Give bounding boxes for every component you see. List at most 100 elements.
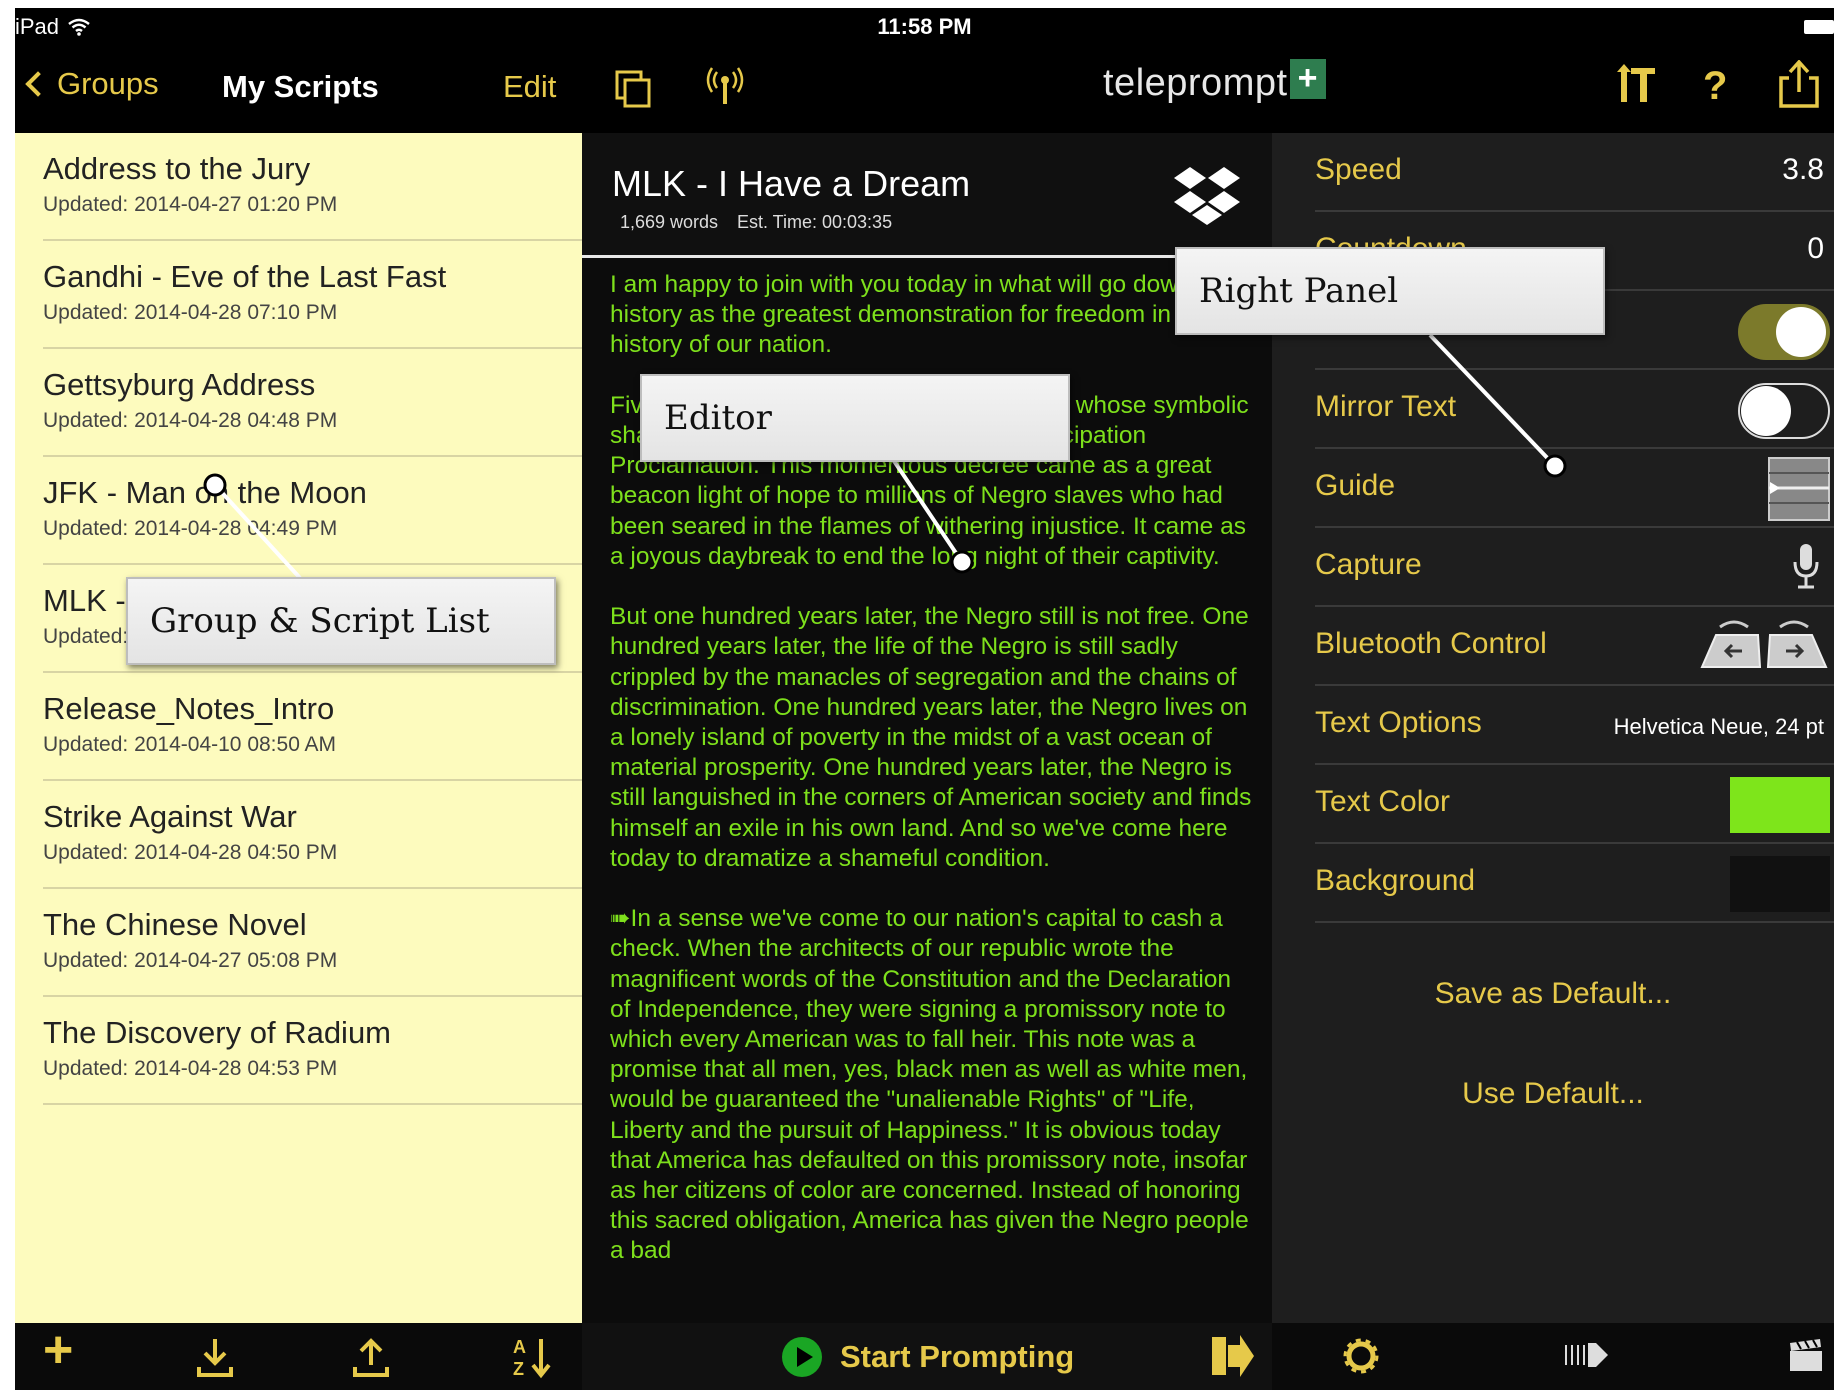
export-icon[interactable]: [353, 1337, 389, 1377]
script-title: JFK - Man on the Moon: [43, 475, 367, 510]
nav-bar: Groups My Scripts Edit teleprompt + ?: [15, 48, 1834, 133]
script-updated: Updated: 2014-04-28 07:10 PM: [43, 301, 338, 324]
editor-header: MLK - I Have a Dream 1,669 words Est. Ti…: [582, 133, 1272, 258]
text-size-icon[interactable]: [1617, 64, 1657, 108]
speed-value: 3.8: [1782, 153, 1824, 186]
microphone-icon: [1793, 544, 1819, 589]
script-title: Address to the Jury: [43, 151, 311, 186]
setting-toggle-on[interactable]: [1738, 304, 1830, 360]
word-count: 1,669 words: [620, 212, 719, 232]
capture-label: Capture: [1315, 548, 1422, 581]
page-title: My Scripts: [222, 69, 379, 104]
broadcast-icon[interactable]: [705, 66, 745, 108]
toggle-knob: [1776, 307, 1826, 357]
callout-editor: Editor: [640, 374, 1070, 462]
dropbox-icon[interactable]: [1172, 163, 1242, 227]
gear-icon[interactable]: [1342, 1337, 1380, 1375]
save-as-default-button[interactable]: Save as Default...: [1272, 977, 1834, 1011]
script-row[interactable]: Strike Against War Updated: 2014-04-28 0…: [43, 781, 582, 889]
prompt-toolbar: Start Prompting: [582, 1323, 1272, 1390]
exit-arrow-icon[interactable]: [1210, 1333, 1254, 1379]
script-title: The Discovery of Radium: [43, 1015, 392, 1050]
guide-label: Guide: [1315, 469, 1396, 502]
script-updated: Updated: 2014-04-27 01:20 PM: [43, 193, 338, 216]
script-title: Strike Against War: [43, 799, 297, 834]
background-color-swatch[interactable]: [1730, 856, 1830, 912]
script-list: Address to the Jury Updated: 2014-04-27 …: [15, 133, 582, 1323]
callout-right-panel: Right Panel: [1175, 247, 1605, 335]
list-toolbar: + A Z: [15, 1323, 582, 1390]
estimated-time: Est. Time: 00:03:35: [737, 212, 893, 232]
add-icon[interactable]: +: [43, 1324, 73, 1376]
script-updated: Updated: 2014-04-28 04:48 PM: [43, 409, 338, 432]
clapperboard-icon[interactable]: [1788, 1337, 1824, 1373]
background-label: Background: [1315, 864, 1476, 897]
groups-back-button[interactable]: Groups: [23, 66, 159, 102]
edit-button[interactable]: Edit: [503, 69, 556, 105]
script-row[interactable]: The Discovery of Radium Updated: 2014-04…: [43, 997, 582, 1105]
script-updated: Updated: 2014-04-28 04:50 PM: [43, 841, 338, 864]
text-options-row[interactable]: Text Options Helvetica Neue, 24 pt: [1315, 686, 1834, 765]
play-icon: [782, 1337, 822, 1377]
start-prompting-label: Start Prompting: [840, 1339, 1075, 1374]
script-updated: Updated: 2014-04-28 04:53 PM: [43, 1057, 338, 1080]
app-logo: teleprompt +: [1103, 58, 1326, 105]
countdown-value: 0: [1807, 232, 1824, 265]
status-bar: iPad 11:58 PM: [15, 8, 1834, 48]
app-logo-text: teleprompt: [1103, 62, 1288, 104]
script-row[interactable]: JFK - Man on the Moon Updated: 2014-04-2…: [43, 457, 582, 565]
script-row[interactable]: The Chinese Novel Updated: 2014-04-27 05…: [43, 889, 582, 997]
guide-icon: [1768, 457, 1830, 521]
mirror-text-toggle[interactable]: [1738, 383, 1830, 439]
duplicate-icon[interactable]: [615, 70, 653, 108]
text-color-swatch[interactable]: [1730, 777, 1830, 833]
bluetooth-control-label: Bluetooth Control: [1315, 627, 1547, 660]
clock: 11:58 PM: [877, 14, 972, 39]
pedal-icon: [1700, 620, 1828, 668]
script-title: Gandhi - Eve of the Last Fast: [43, 259, 447, 294]
help-icon[interactable]: ?: [1703, 66, 1727, 106]
sort-az-icon[interactable]: A Z: [511, 1335, 553, 1379]
script-title: Gettsyburg Address: [43, 367, 316, 402]
bluetooth-control-row[interactable]: Bluetooth Control: [1315, 607, 1834, 686]
text-options-label: Text Options: [1315, 706, 1482, 739]
script-title: The Chinese Novel: [43, 907, 307, 942]
speed-label: Speed: [1315, 153, 1402, 186]
capture-row[interactable]: Capture: [1315, 528, 1834, 607]
app-logo-plus: +: [1289, 58, 1326, 99]
script-updated: Updated: 2014-04-27 05:08 PM: [43, 949, 338, 972]
share-icon[interactable]: [1779, 60, 1819, 108]
document-title[interactable]: MLK - I Have a Dream: [612, 163, 970, 205]
groups-back-label: Groups: [57, 66, 159, 101]
text-options-value: Helvetica Neue, 24 pt: [1613, 714, 1824, 739]
toggle-knob: [1741, 386, 1791, 436]
ipad-screen: iPad 11:58 PM Groups My Scripts Edit tel…: [15, 8, 1834, 1390]
chevron-left-icon: [25, 71, 51, 97]
script-row[interactable]: Address to the Jury Updated: 2014-04-27 …: [43, 133, 582, 241]
speed-row[interactable]: Speed 3.8: [1315, 133, 1834, 212]
script-title: Release_Notes_Intro: [43, 691, 335, 726]
speed-arrow-icon[interactable]: [1562, 1339, 1610, 1371]
start-prompting-button[interactable]: Start Prompting: [782, 1337, 1074, 1377]
battery-icon: [1804, 20, 1834, 34]
script-updated: Updated: 2014-04-10 08:50 AM: [43, 733, 337, 756]
mirror-text-label: Mirror Text: [1315, 390, 1457, 423]
svg-text:A: A: [513, 1337, 526, 1357]
script-row[interactable]: Release_Notes_Intro Updated: 2014-04-10 …: [43, 673, 582, 781]
text-color-row[interactable]: Text Color: [1315, 765, 1834, 844]
mirror-text-row: Mirror Text: [1315, 370, 1834, 449]
use-default-button[interactable]: Use Default...: [1272, 1077, 1834, 1111]
text-color-label: Text Color: [1315, 785, 1451, 818]
script-row[interactable]: Gettsyburg Address Updated: 2014-04-28 0…: [43, 349, 582, 457]
import-icon[interactable]: [197, 1337, 233, 1377]
script-row[interactable]: Gandhi - Eve of the Last Fast Updated: 2…: [43, 241, 582, 349]
script-paragraph: ➠In a sense we've come to our nation's c…: [610, 905, 1249, 1265]
background-row[interactable]: Background: [1315, 844, 1834, 923]
svg-text:Z: Z: [513, 1359, 524, 1379]
script-editor: MLK - I Have a Dream 1,669 words Est. Ti…: [582, 133, 1272, 1323]
script-paragraph: I am happy to join with you today in wha…: [610, 271, 1218, 359]
settings-toolbar: [1272, 1323, 1834, 1390]
guide-row[interactable]: Guide: [1315, 449, 1834, 528]
script-updated: Updated: 2014-04-28 04:49 PM: [43, 517, 338, 540]
script-paragraph: But one hundred years later, the Negro s…: [610, 603, 1252, 872]
